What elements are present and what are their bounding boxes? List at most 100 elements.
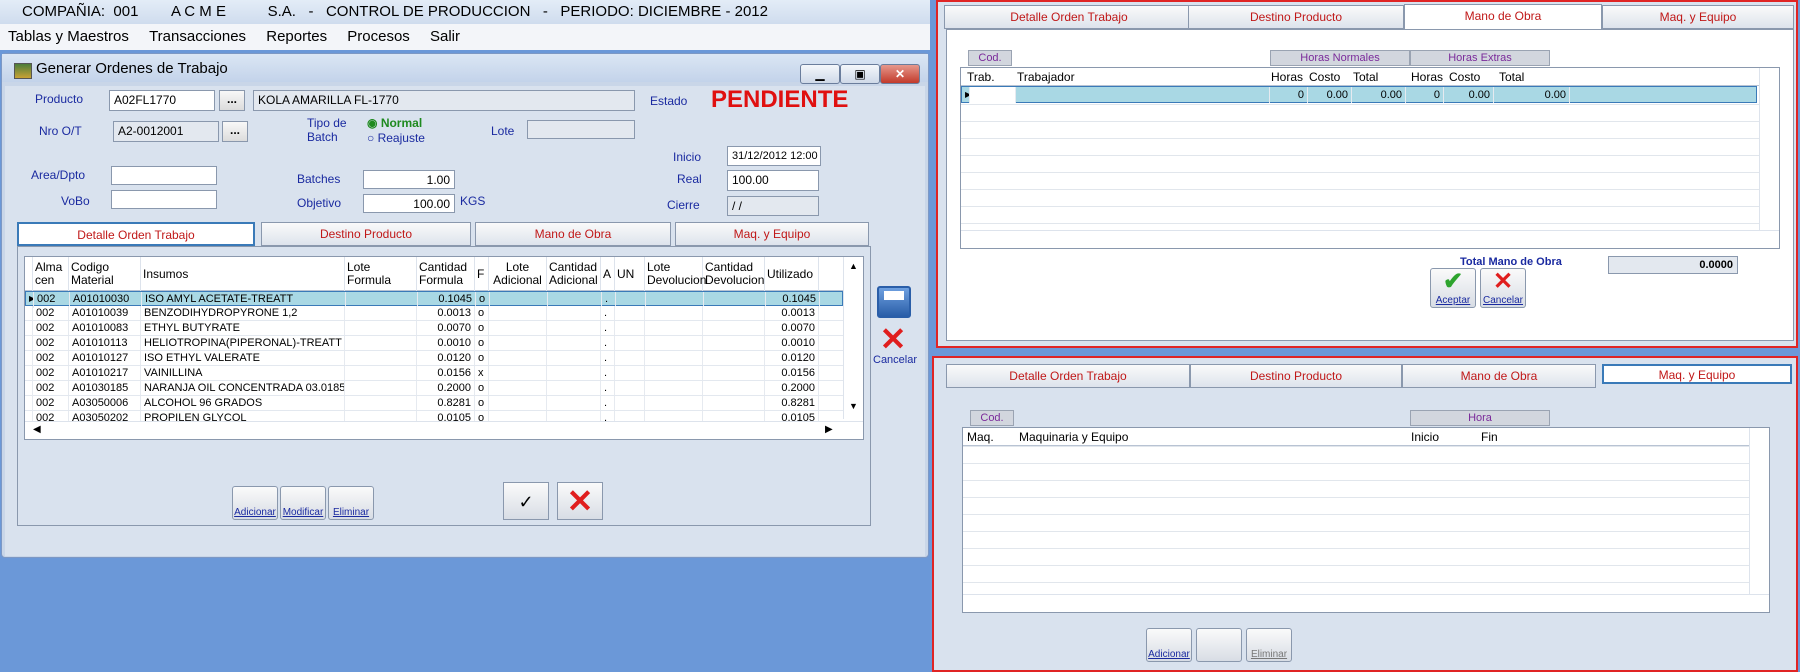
table-row[interactable]: 002 A01010113 HELIOTROPINA(PIPERONAL)-TREA… xyxy=(25,336,843,352)
tab-detalle[interactable]: Detalle Orden Trabajo xyxy=(17,222,255,246)
mo-cell-total-n: 0.00 xyxy=(1352,87,1406,103)
mo-aceptar-label: Aceptar xyxy=(1435,295,1471,306)
cell-lote-devolucion xyxy=(645,306,703,320)
scroll-right-icon[interactable]: ▶ xyxy=(825,424,833,435)
cell-a: . xyxy=(601,366,615,380)
mo-col-trab: Trab. xyxy=(967,70,995,84)
me-modificar-button[interactable] xyxy=(1196,628,1242,662)
cell-codigo: A01010217 xyxy=(69,366,141,380)
cell-lote-adicional xyxy=(489,351,547,365)
cell-lote-devolucion xyxy=(645,381,703,395)
cancelar-side-button[interactable]: ✕ Cancelar xyxy=(873,323,917,366)
producto-code-input[interactable]: A02FL1770 xyxy=(109,90,215,111)
radio-reajuste[interactable]: ○ Reajuste xyxy=(367,131,425,145)
menu-procesos[interactable]: Procesos xyxy=(339,24,418,50)
cell-cant-devolucion xyxy=(703,306,765,320)
table-row[interactable]: 002 A01010217 VAINILLINA 0.0156 x. 0.0156 xyxy=(25,366,843,382)
ot-lookup-button[interactable]: ... xyxy=(222,121,248,142)
table-row[interactable]: 002 A01010127 ISO ETHYL VALERATE 0.0120 o. 0.… xyxy=(25,351,843,367)
mo-tab-destino[interactable]: Destino Producto xyxy=(1188,5,1404,29)
table-row[interactable]: 002 A01010039 BENZODIHYDROPYRONE 1,2 0.0013… xyxy=(25,306,843,322)
me-tab-mano-obra[interactable]: Mano de Obra xyxy=(1402,364,1596,388)
cell-utilizado: 0.8281 xyxy=(765,396,819,410)
window-body: Producto A02FL1770 ... KOLA AMARILLA FL-… xyxy=(5,86,925,556)
me-hscroll[interactable] xyxy=(963,594,1769,612)
cell-utilizado: 0.0010 xyxy=(765,336,819,350)
menu-reportes[interactable]: Reportes xyxy=(258,24,335,50)
batches-label: Batches xyxy=(297,172,341,186)
table-row[interactable]: 002 A01010083 ETHYL BUTYRATE 0.0070 o. 0.0070 xyxy=(25,321,843,337)
tab-destino[interactable]: Destino Producto xyxy=(261,222,471,246)
cell-lote-devolucion xyxy=(645,336,703,350)
mo-aceptar-button[interactable]: ✔ Aceptar xyxy=(1430,268,1476,308)
discard-button[interactable]: ✕ xyxy=(557,482,603,520)
cell-lote-adicional xyxy=(489,336,547,350)
mo-col-horas-e: Horas xyxy=(1411,70,1444,84)
cell-almacen: 002 xyxy=(33,306,69,320)
cell-cant-formula: 0.0156 xyxy=(417,366,475,380)
inicio-label: Inicio xyxy=(673,150,702,164)
me-eliminar-button[interactable]: Eliminar xyxy=(1246,628,1292,662)
scroll-left-icon[interactable]: ◀ xyxy=(33,424,41,435)
real-input[interactable]: 100.00 xyxy=(727,170,819,191)
producto-lookup-button[interactable]: ... xyxy=(219,90,245,111)
objetivo-input[interactable]: 100.00 xyxy=(363,194,455,213)
cell-insumo: VAINILLINA xyxy=(141,366,345,380)
inicio-field[interactable]: 31/12/2012 12:00 xyxy=(727,146,821,166)
maximize-icon[interactable]: ▣ xyxy=(840,64,880,84)
table-row[interactable]: ▶002A01010030ISO AMYL ACETATE-TREATT0.10… xyxy=(25,291,843,308)
mo-vscroll[interactable] xyxy=(1759,68,1779,230)
real-label: Real xyxy=(677,172,702,186)
mo-cancelar-button[interactable]: ✕ Cancelar xyxy=(1480,268,1526,308)
mo-row[interactable]: ▶ 0 0.00 0.00 0 0.00 0.00 xyxy=(961,86,1757,103)
table-row[interactable]: 002 A01030185 NARANJA OIL CONCENTRADA 03.0… xyxy=(25,381,843,397)
row-indicator xyxy=(25,366,33,382)
me-tab-detalle[interactable]: Detalle Orden Trabajo xyxy=(946,364,1190,388)
mo-cell-trab[interactable] xyxy=(970,87,1016,103)
me-tab-destino[interactable]: Destino Producto xyxy=(1190,364,1402,388)
area-input[interactable] xyxy=(111,166,217,185)
menu-transacciones[interactable]: Transacciones xyxy=(141,24,254,50)
detalle-hscroll[interactable]: ◀ ▶ xyxy=(25,421,863,439)
cell-a: . xyxy=(601,336,615,350)
cell-insumo: ISO ETHYL VALERATE xyxy=(141,351,345,365)
me-adicionar-button[interactable]: Adicionar xyxy=(1146,628,1192,662)
me-tab-maq-equipo[interactable]: Maq. y Equipo xyxy=(1602,364,1792,384)
mo-tab-detalle[interactable]: Detalle Orden Trabajo xyxy=(944,5,1194,29)
tipo-batch-label-2: Batch xyxy=(307,130,338,144)
table-row[interactable]: 002 A03050006 ALCOHOL 96 GRADOS 0.8281 o. 0.8… xyxy=(25,396,843,412)
adicionar-button[interactable]: Adicionar xyxy=(232,486,278,520)
cell-lote-devolucion xyxy=(645,396,703,410)
cell-un xyxy=(615,396,645,410)
save-icon[interactable] xyxy=(877,286,911,318)
eliminar-button[interactable]: Eliminar xyxy=(328,486,374,520)
radio-normal[interactable]: ◉ Normal xyxy=(367,116,422,130)
mo-hscroll[interactable] xyxy=(961,230,1779,248)
scroll-down-icon[interactable]: ▼ xyxy=(844,401,863,411)
cell-insumo: HELIOTROPINA(PIPERONAL)-TREATT xyxy=(141,336,345,350)
cell-f: o xyxy=(475,306,489,320)
menu-salir[interactable]: Salir xyxy=(422,24,468,50)
vobo-input[interactable] xyxy=(111,190,217,209)
tab-mano-obra[interactable]: Mano de Obra xyxy=(475,222,671,246)
mo-tab-maq-equipo[interactable]: Maq. y Equipo xyxy=(1602,5,1794,29)
minimize-icon[interactable]: ▁ xyxy=(800,64,840,84)
confirm-button[interactable]: ✓ xyxy=(503,482,549,520)
mo-tab-mano-obra[interactable]: Mano de Obra xyxy=(1404,4,1602,30)
close-icon[interactable]: ✕ xyxy=(880,64,920,84)
me-vscroll[interactable] xyxy=(1749,428,1769,594)
cell-cant-formula: 0.0010 xyxy=(417,336,475,350)
detalle-vscroll[interactable]: ▲ ▼ xyxy=(843,257,863,419)
cell-insumo: ISO AMYL ACETATE-TREATT xyxy=(142,292,346,306)
tipo-batch-label-1: Tipo de xyxy=(307,116,347,130)
menu-tablas[interactable]: Tablas y Maestros xyxy=(0,24,137,50)
tab-maq-equipo[interactable]: Maq. y Equipo xyxy=(675,222,869,246)
col-f: F xyxy=(475,257,489,291)
cell-f: o xyxy=(476,292,490,306)
row-indicator xyxy=(25,396,33,412)
cell-cant-adicional xyxy=(547,351,601,365)
batches-input[interactable]: 1.00 xyxy=(363,170,455,189)
ot-label: Nro O/T xyxy=(39,124,82,138)
scroll-up-icon[interactable]: ▲ xyxy=(844,261,863,271)
modificar-button[interactable]: Modificar xyxy=(280,486,326,520)
